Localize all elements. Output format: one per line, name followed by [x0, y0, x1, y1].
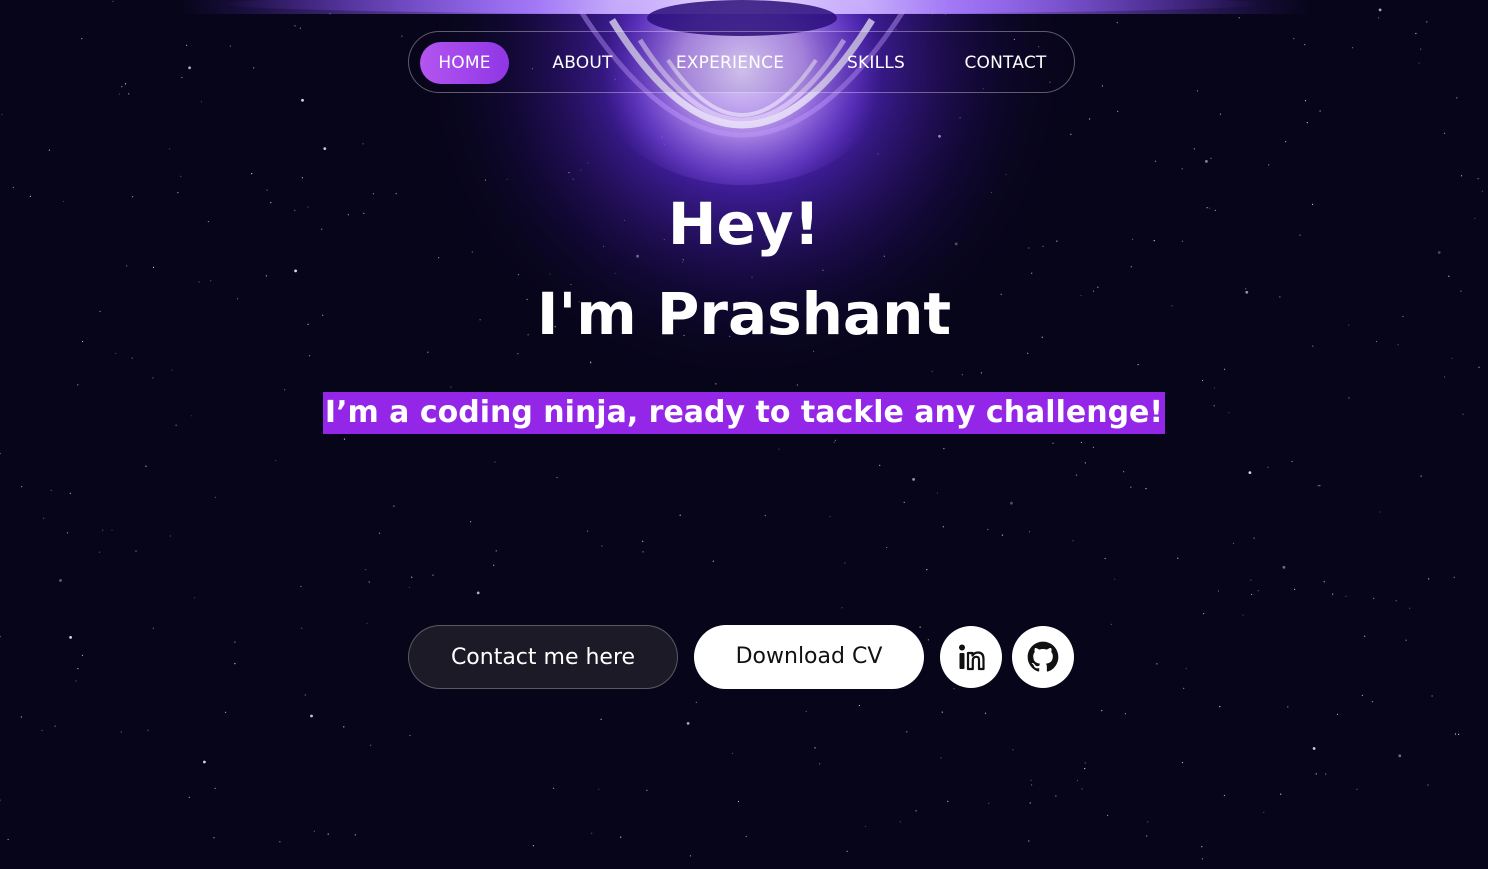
linkedin-button[interactable]	[940, 626, 1002, 688]
hero-name: I'm Prashant	[536, 280, 952, 348]
nav-home[interactable]: HOME	[420, 42, 509, 84]
nav-skills[interactable]: SKILLS	[830, 42, 922, 84]
main-navbar: HOME ABOUT EXPERIENCE SKILLS CONTACT	[408, 31, 1075, 93]
portfolio-page: HOME ABOUT EXPERIENCE SKILLS CONTACT Hey…	[0, 0, 1488, 869]
tagline-container: I’m a coding ninja, ready to tackle any …	[0, 392, 1488, 434]
nav-experience[interactable]: EXPERIENCE	[656, 42, 804, 84]
hero-tagline: I’m a coding ninja, ready to tackle any …	[322, 392, 1166, 434]
nav-contact[interactable]: CONTACT	[948, 42, 1063, 84]
download-cv-button[interactable]: Download CV	[694, 625, 924, 689]
nav-about[interactable]: ABOUT	[535, 42, 630, 84]
linkedin-icon	[959, 644, 985, 671]
github-icon	[1027, 641, 1059, 672]
hero-greeting: Hey!	[667, 190, 821, 258]
github-button[interactable]	[1012, 626, 1074, 688]
contact-button[interactable]: Contact me here	[408, 625, 678, 689]
